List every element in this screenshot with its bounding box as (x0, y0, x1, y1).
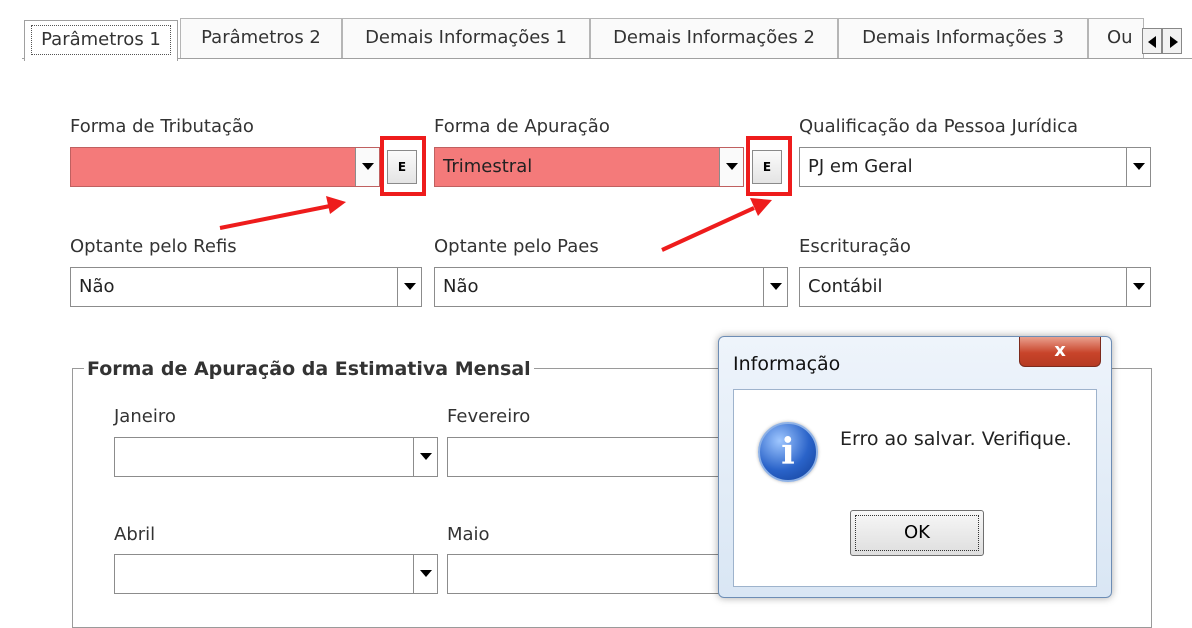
dialog-message: Erro ao salvar. Verifique. (840, 428, 1072, 450)
tab-scroll-left-button[interactable] (1142, 28, 1162, 54)
tab-parametros-2[interactable]: Parâmetros 2 (180, 18, 342, 58)
tab-label: Ou (1107, 27, 1133, 48)
maio-select[interactable] (447, 554, 747, 594)
select-value: Trimestral (443, 156, 533, 177)
fevereiro-label: Fevereiro (447, 406, 531, 427)
chevron-down-icon (420, 453, 432, 460)
forma-apuracao-label: Forma de Apuração (434, 116, 610, 137)
dialog-title: Informação (733, 353, 841, 375)
chevron-down-icon (420, 570, 432, 577)
dropdown-button[interactable] (1126, 148, 1150, 186)
select-value: PJ em Geral (808, 156, 913, 177)
chevron-down-icon (770, 283, 782, 290)
group-title: Forma de Apuração da Estimativa Mensal (84, 358, 534, 380)
escrituracao-label: Escrituração (799, 236, 911, 257)
select-value: Não (79, 276, 115, 297)
abril-label: Abril (114, 524, 156, 545)
highlight-box (746, 136, 792, 196)
tab-strip-border (22, 58, 1192, 59)
dropdown-button[interactable] (763, 268, 787, 306)
maio-label: Maio (447, 524, 490, 545)
janeiro-select[interactable] (114, 437, 438, 477)
janeiro-label: Janeiro (114, 406, 176, 427)
dropdown-button[interactable] (719, 148, 743, 186)
chevron-down-icon (726, 163, 738, 170)
tab-label: Demais Informações 2 (613, 27, 815, 48)
tab-label: Parâmetros 1 (31, 25, 171, 55)
abril-select[interactable] (114, 554, 438, 594)
chevron-down-icon (404, 283, 416, 290)
tab-parametros-1[interactable]: Parâmetros 1 (24, 20, 178, 61)
tab-outros[interactable]: Ou (1088, 18, 1144, 58)
dropdown-button[interactable] (1126, 268, 1150, 306)
chevron-down-icon (1133, 163, 1145, 170)
forma-tributacao-label: Forma de Tributação (70, 116, 254, 137)
select-value: Contábil (808, 276, 883, 297)
chevron-down-icon (362, 163, 374, 170)
optante-paes-select[interactable]: Não (434, 267, 788, 307)
tab-scroll-right-button[interactable] (1162, 28, 1182, 54)
tab-label: Parâmetros 2 (201, 27, 321, 48)
dropdown-button[interactable] (355, 148, 379, 186)
tab-demais-informacoes-3[interactable]: Demais Informações 3 (838, 18, 1088, 58)
qualificacao-select[interactable]: PJ em Geral (799, 147, 1151, 187)
qualificacao-label: Qualificação da Pessoa Jurídica (799, 116, 1078, 137)
dropdown-button[interactable] (413, 438, 437, 476)
info-icon: i (758, 422, 818, 482)
close-icon: x (1054, 340, 1066, 361)
dropdown-button[interactable] (413, 555, 437, 593)
forma-apuracao-select[interactable]: Trimestral (434, 147, 744, 187)
tab-demais-informacoes-1[interactable]: Demais Informações 1 (342, 18, 590, 58)
tab-label: Demais Informações 1 (365, 27, 567, 48)
forma-tributacao-select[interactable] (70, 147, 380, 187)
dialog-body: i Erro ao salvar. Verifique. OK (733, 389, 1097, 587)
tab-demais-informacoes-2[interactable]: Demais Informações 2 (590, 18, 838, 58)
fevereiro-select[interactable] (447, 437, 747, 477)
highlight-box (380, 136, 426, 196)
close-button[interactable]: x (1019, 337, 1101, 367)
ok-button[interactable]: OK (850, 510, 984, 556)
chevron-down-icon (1133, 283, 1145, 290)
arrow-right-icon (1170, 36, 1178, 48)
optante-paes-label: Optante pelo Paes (434, 236, 599, 257)
optante-refis-label: Optante pelo Refis (70, 236, 237, 257)
arrow-left-icon (1148, 36, 1156, 48)
escrituracao-select[interactable]: Contábil (799, 267, 1151, 307)
info-dialog: Informação x i Erro ao salvar. Verifique… (718, 336, 1112, 598)
ok-button-label: OK (855, 515, 979, 551)
tab-label: Demais Informações 3 (862, 27, 1064, 48)
optante-refis-select[interactable]: Não (70, 267, 422, 307)
select-value: Não (443, 276, 479, 297)
dropdown-button[interactable] (397, 268, 421, 306)
